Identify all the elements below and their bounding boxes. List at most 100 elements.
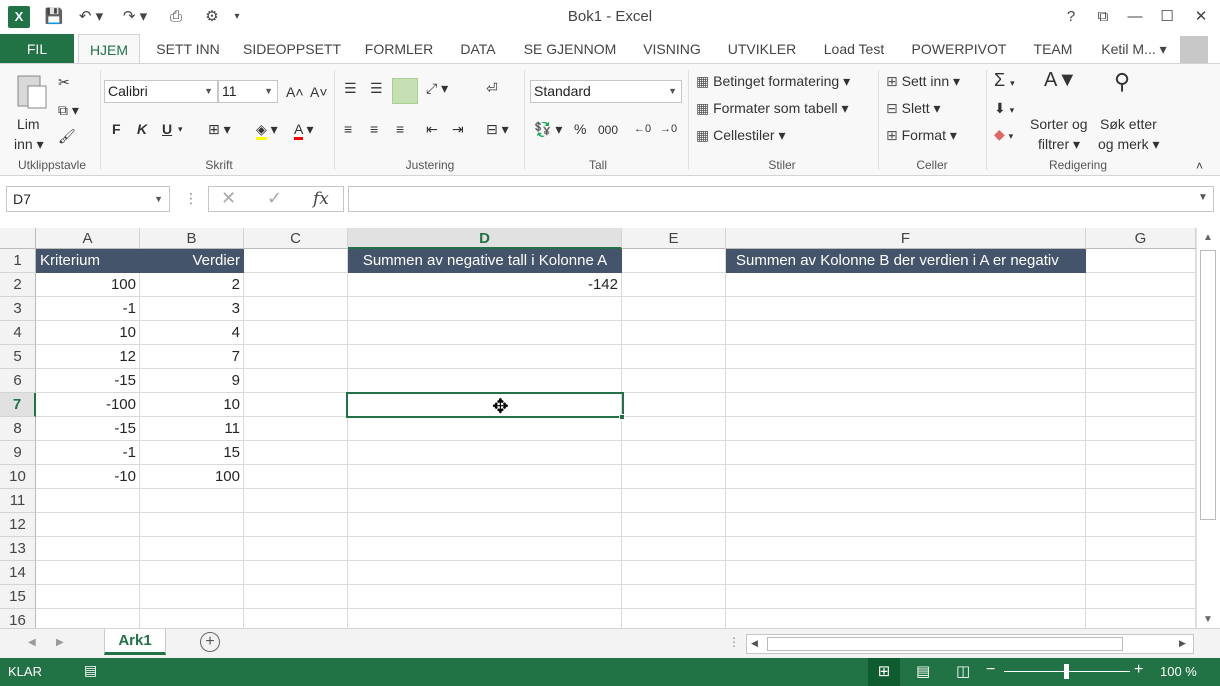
close-button[interactable]: ✕ bbox=[1184, 4, 1218, 30]
column-header-c[interactable]: C bbox=[244, 228, 348, 249]
tab-load-test[interactable]: Load Test bbox=[814, 34, 894, 64]
vertical-scroll-thumb[interactable] bbox=[1200, 250, 1216, 520]
formula-input[interactable] bbox=[348, 186, 1214, 212]
zoom-in-button[interactable]: + bbox=[1134, 661, 1143, 679]
page-break-view-icon[interactable]: ◫ bbox=[956, 662, 970, 680]
underline-dropdown-icon[interactable]: ▾ bbox=[178, 119, 183, 139]
vertical-scrollbar[interactable]: ▲ ▼ bbox=[1196, 228, 1220, 628]
sort-filter-label[interactable]: Sorter og bbox=[1030, 114, 1088, 134]
tab-view[interactable]: VISNING bbox=[634, 34, 710, 64]
row-header-2[interactable]: 2 bbox=[0, 273, 36, 297]
tab-insert[interactable]: SETT INN bbox=[148, 34, 228, 64]
row-header-8[interactable]: 8 bbox=[0, 417, 36, 441]
cell-b6[interactable]: 9 bbox=[140, 369, 244, 393]
find-select-label-2[interactable]: og merk ▾ bbox=[1098, 134, 1160, 154]
align-bottom-icon[interactable] bbox=[392, 78, 418, 104]
row-header-6[interactable]: 6 bbox=[0, 369, 36, 393]
expand-formula-icon[interactable]: ▼ bbox=[1198, 192, 1208, 203]
tab-page-layout[interactable]: SIDEOPPSETT bbox=[236, 34, 348, 64]
format-painter-icon[interactable]: 🖌 bbox=[58, 126, 76, 146]
next-sheet-icon[interactable]: ▶ bbox=[56, 637, 64, 648]
clear-icon[interactable]: ◆ ▾ bbox=[994, 124, 1013, 146]
user-avatar-icon[interactable] bbox=[1180, 36, 1208, 63]
column-header-d[interactable]: D bbox=[348, 228, 622, 249]
row-header-15[interactable]: 15 bbox=[0, 585, 36, 609]
more-icon[interactable]: ⋮ bbox=[728, 635, 740, 649]
name-box[interactable]: D7 ▼ bbox=[6, 186, 170, 212]
cell-f1[interactable]: Summen av Kolonne B der verdien i A er n… bbox=[726, 249, 1086, 273]
borders-icon[interactable]: ⊞ ▾ bbox=[208, 119, 231, 139]
increase-decimal-icon[interactable]: ←0 bbox=[634, 119, 651, 139]
zoom-level[interactable]: 100 % bbox=[1160, 664, 1197, 679]
cell-a8[interactable]: -15 bbox=[36, 417, 140, 441]
maximize-button[interactable]: ☐ bbox=[1150, 4, 1184, 30]
binoculars-icon[interactable]: ⚲ bbox=[1114, 71, 1130, 93]
user-account[interactable]: Ketil M... ▾ bbox=[1092, 34, 1176, 64]
currency-icon[interactable]: 💱 ▾ bbox=[534, 119, 562, 139]
more-icon[interactable]: ⋮ bbox=[184, 190, 198, 207]
zoom-out-button[interactable]: − bbox=[986, 661, 995, 679]
cell-b3[interactable]: 3 bbox=[140, 297, 244, 321]
cancel-icon[interactable]: ✕ bbox=[221, 188, 236, 209]
autosum-icon[interactable]: Σ ▾ bbox=[994, 70, 1015, 93]
cell-a9[interactable]: -1 bbox=[36, 441, 140, 465]
minimize-button[interactable]: — bbox=[1118, 4, 1152, 30]
ribbon-display-icon[interactable]: ⧉ bbox=[1086, 4, 1120, 30]
cell-b4[interactable]: 4 bbox=[140, 321, 244, 345]
increase-indent-icon[interactable]: ⇥ bbox=[452, 119, 464, 139]
paste-label-2[interactable]: inn ▾ bbox=[14, 134, 44, 154]
cell-d2[interactable]: -142 bbox=[348, 273, 622, 297]
align-top-icon[interactable]: ☰ bbox=[344, 78, 357, 98]
column-header-a[interactable]: A bbox=[36, 228, 140, 249]
cell-a5[interactable]: 12 bbox=[36, 345, 140, 369]
cell-b9[interactable]: 15 bbox=[140, 441, 244, 465]
format-as-table-button[interactable]: ▦ Formater som tabell ▾ bbox=[696, 98, 849, 118]
insert-function-button[interactable]: fx bbox=[313, 189, 329, 209]
fill-color-icon[interactable]: ◈ ▾ bbox=[256, 119, 278, 140]
row-header-4[interactable]: 4 bbox=[0, 321, 36, 345]
tab-home[interactable]: HJEM bbox=[78, 34, 140, 64]
column-header-b[interactable]: B bbox=[140, 228, 244, 249]
row-header-13[interactable]: 13 bbox=[0, 537, 36, 561]
cell-b2[interactable]: 2 bbox=[140, 273, 244, 297]
add-sheet-button[interactable]: + bbox=[200, 632, 220, 652]
orientation-icon[interactable]: ⤢ ▾ bbox=[426, 78, 448, 98]
paste-label[interactable]: Lim bbox=[17, 114, 40, 134]
cell-styles-button[interactable]: ▦ Cellestiler ▾ bbox=[696, 125, 786, 145]
active-cell-d7[interactable] bbox=[346, 392, 624, 418]
cell-a10[interactable]: -10 bbox=[36, 465, 140, 489]
cell-a4[interactable]: 10 bbox=[36, 321, 140, 345]
sort-filter-label-2[interactable]: filtrer ▾ bbox=[1038, 134, 1080, 154]
copy-icon[interactable]: ⧉ ▾ bbox=[58, 100, 79, 120]
scroll-up-icon[interactable]: ▲ bbox=[1203, 232, 1213, 243]
align-left-icon[interactable]: ≡ bbox=[344, 119, 352, 139]
row-header-16[interactable]: 16 bbox=[0, 609, 36, 628]
tab-data[interactable]: DATA bbox=[450, 34, 506, 64]
font-size-select[interactable]: 11 ▼ bbox=[218, 80, 278, 103]
row-header-7[interactable]: 7 bbox=[0, 393, 36, 417]
column-header-f[interactable]: F bbox=[726, 228, 1086, 249]
decrease-decimal-icon[interactable]: →0 bbox=[660, 119, 677, 139]
tab-developer[interactable]: UTVIKLER bbox=[718, 34, 806, 64]
normal-view-icon[interactable]: ⊞ bbox=[868, 658, 900, 686]
tab-formulas[interactable]: FORMLER bbox=[356, 34, 442, 64]
macro-record-icon[interactable]: ▤ bbox=[84, 662, 97, 679]
wrap-text-icon[interactable]: ⏎ bbox=[486, 78, 498, 98]
row-header-11[interactable]: 11 bbox=[0, 489, 36, 513]
page-layout-view-icon[interactable]: ▤ bbox=[916, 662, 930, 680]
format-cells-button[interactable]: ⊞ Format ▾ bbox=[886, 125, 957, 145]
cell-a2[interactable]: 100 bbox=[36, 273, 140, 297]
column-header-e[interactable]: E bbox=[622, 228, 726, 249]
prev-sheet-icon[interactable]: ◀ bbox=[28, 637, 36, 648]
row-header-1[interactable]: 1 bbox=[0, 249, 36, 273]
bold-button[interactable]: F bbox=[112, 119, 121, 139]
horizontal-scroll-thumb[interactable] bbox=[767, 637, 1123, 651]
cell-b10[interactable]: 100 bbox=[140, 465, 244, 489]
collapse-ribbon-icon[interactable]: ˄ bbox=[1196, 156, 1203, 176]
sheet-tab-ark1[interactable]: Ark1 bbox=[104, 629, 166, 655]
percent-button[interactable]: % bbox=[574, 119, 586, 139]
scroll-right-icon[interactable]: ▶ bbox=[1179, 638, 1186, 649]
delete-cells-button[interactable]: ⊟ Slett ▾ bbox=[886, 98, 941, 118]
cell-d1[interactable]: Summen av negative tall i Kolonne A bbox=[348, 249, 622, 273]
column-header-g[interactable]: G bbox=[1086, 228, 1196, 249]
